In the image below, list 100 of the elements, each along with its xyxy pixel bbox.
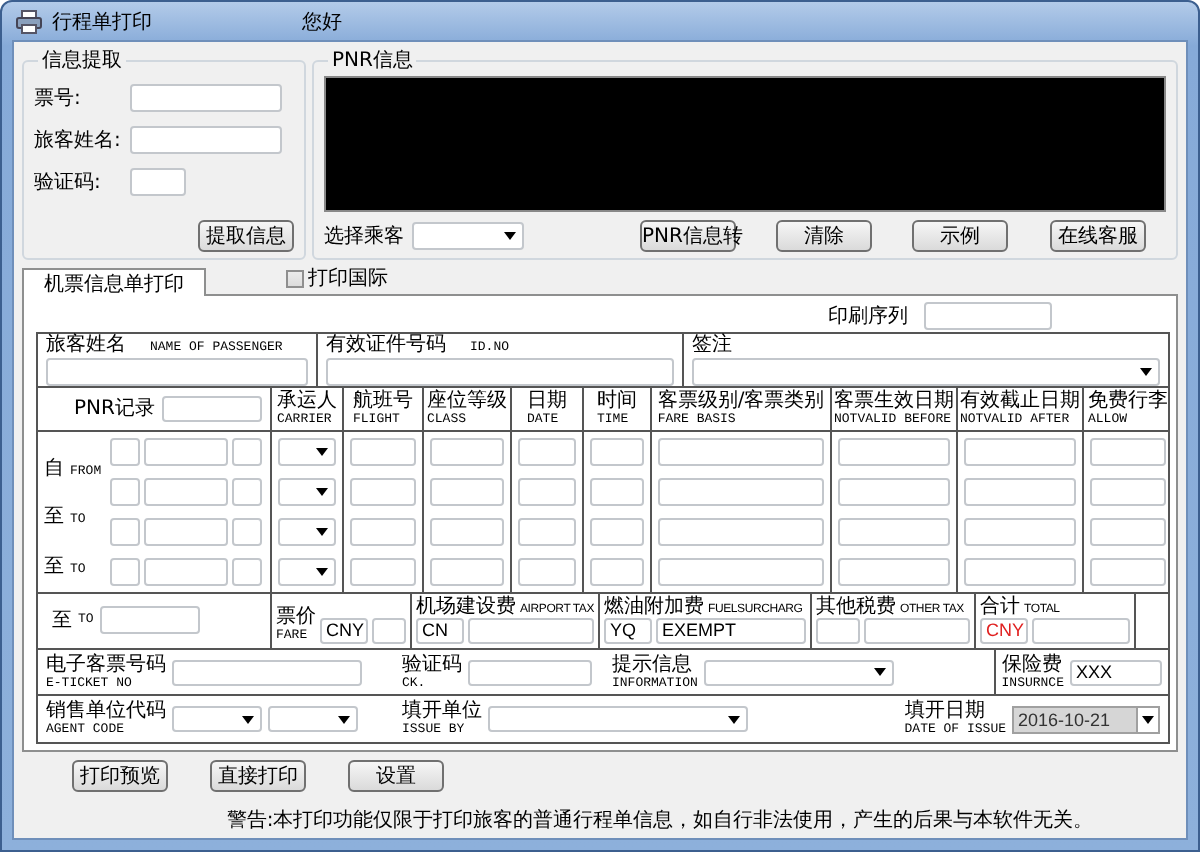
input-field[interactable]: [468, 659, 592, 685]
input-field[interactable]: [232, 478, 262, 506]
currency-field[interactable]: CNY: [320, 618, 368, 644]
input-field[interactable]: [964, 558, 1076, 586]
dropdown[interactable]: [278, 558, 336, 586]
field-label: 合计: [980, 596, 1020, 618]
input-field[interactable]: [964, 478, 1076, 506]
input-field[interactable]: [838, 478, 950, 506]
dropdown[interactable]: [278, 438, 336, 466]
input-field[interactable]: [232, 438, 262, 466]
group-title: 信息提取: [40, 47, 124, 74]
input-field[interactable]: [518, 558, 576, 586]
input-field[interactable]: [326, 358, 674, 386]
field-label: 提示信息: [612, 653, 694, 675]
input-field[interactable]: [838, 438, 950, 466]
input-field[interactable]: [144, 438, 228, 466]
caret-icon: [316, 528, 328, 536]
input-field[interactable]: [1032, 618, 1130, 644]
tab[interactable]: 机票信息单打印: [22, 268, 206, 296]
dropdown[interactable]: [268, 706, 358, 732]
input-field[interactable]: [46, 358, 308, 386]
currency-field[interactable]: CNY: [980, 618, 1028, 644]
input-field[interactable]: [99, 606, 200, 634]
field-label: 票价: [276, 606, 316, 628]
input-field[interactable]: [350, 558, 416, 586]
input-field[interactable]: [350, 518, 416, 546]
field-label: 有效证件号码: [326, 334, 446, 356]
input-field[interactable]: [430, 558, 504, 586]
extract-button[interactable]: 提取信息: [198, 220, 294, 252]
input-field[interactable]: [110, 558, 140, 586]
input-field[interactable]: [964, 518, 1076, 546]
input-field[interactable]: [590, 558, 644, 586]
currency-field[interactable]: YQ: [604, 618, 652, 644]
input-field[interactable]: [144, 478, 228, 506]
input-field[interactable]: [350, 478, 416, 506]
dropdown[interactable]: [278, 478, 336, 506]
input-field[interactable]: [590, 478, 644, 506]
input-field[interactable]: XXX: [1070, 659, 1162, 685]
dropdown[interactable]: [278, 518, 336, 546]
input-field[interactable]: [130, 83, 282, 111]
input-field[interactable]: [924, 302, 1052, 330]
field-label: 客票生效日期: [834, 390, 954, 412]
input-field[interactable]: [1090, 518, 1166, 546]
input-field[interactable]: [144, 518, 228, 546]
input-field[interactable]: [658, 438, 824, 466]
currency-field[interactable]: CN: [416, 618, 464, 644]
field-label: PNR记录: [74, 398, 155, 420]
checkbox-label: 打印国际: [308, 265, 388, 292]
input-field[interactable]: [130, 125, 282, 153]
dropdown[interactable]: [172, 706, 262, 732]
input-field[interactable]: [518, 518, 576, 546]
input-field[interactable]: [964, 438, 1076, 466]
input-field[interactable]: [590, 438, 644, 466]
field-label: 印刷序列: [828, 305, 908, 327]
input-field[interactable]: [838, 558, 950, 586]
input-field[interactable]: [1090, 558, 1166, 586]
input-field[interactable]: [658, 558, 824, 586]
input-field[interactable]: [518, 478, 576, 506]
input-field[interactable]: [144, 558, 228, 586]
input-field[interactable]: [658, 518, 824, 546]
field-label: 有效截止日期: [960, 390, 1080, 412]
input-field[interactable]: [1090, 438, 1166, 466]
field-label: 时间: [597, 390, 637, 412]
action-button[interactable]: 直接打印: [210, 760, 306, 792]
input-field[interactable]: [110, 518, 140, 546]
input-field[interactable]: [232, 558, 262, 586]
route-label: 至: [44, 556, 64, 579]
input-field[interactable]: [816, 618, 860, 644]
input-field[interactable]: [130, 167, 186, 195]
input-field[interactable]: [172, 659, 362, 685]
input-field[interactable]: [1090, 478, 1166, 506]
route-label: 至: [44, 506, 64, 529]
input-field[interactable]: [590, 518, 644, 546]
input-field[interactable]: [110, 478, 140, 506]
input-field[interactable]: [658, 478, 824, 506]
input-field[interactable]: [372, 618, 406, 644]
field-label: 航班号: [353, 390, 413, 412]
action-button[interactable]: 示例: [912, 220, 1008, 252]
input-field[interactable]: [838, 518, 950, 546]
input-field[interactable]: [430, 478, 504, 506]
input-field[interactable]: EXEMPT: [656, 618, 806, 644]
input-field[interactable]: [162, 396, 262, 422]
caret-icon: [1142, 715, 1154, 723]
field-label: 旅客姓名:: [34, 127, 123, 153]
input-field[interactable]: [468, 618, 594, 644]
action-button[interactable]: 打印预览: [72, 760, 168, 792]
input-field[interactable]: [864, 618, 970, 644]
input-field[interactable]: [518, 438, 576, 466]
input-field[interactable]: [430, 518, 504, 546]
input-field[interactable]: [350, 438, 416, 466]
input-field[interactable]: [430, 438, 504, 466]
action-button[interactable]: 在线客服: [1050, 220, 1146, 252]
input-field[interactable]: [110, 438, 140, 466]
action-button[interactable]: 设置: [348, 760, 444, 792]
action-button[interactable]: 清除: [776, 220, 872, 252]
input-field[interactable]: [232, 518, 262, 546]
caret-icon: [242, 715, 254, 723]
checkbox[interactable]: [286, 269, 304, 287]
group-title: PNR信息: [330, 47, 415, 74]
field-label: 验证码: [402, 653, 462, 675]
